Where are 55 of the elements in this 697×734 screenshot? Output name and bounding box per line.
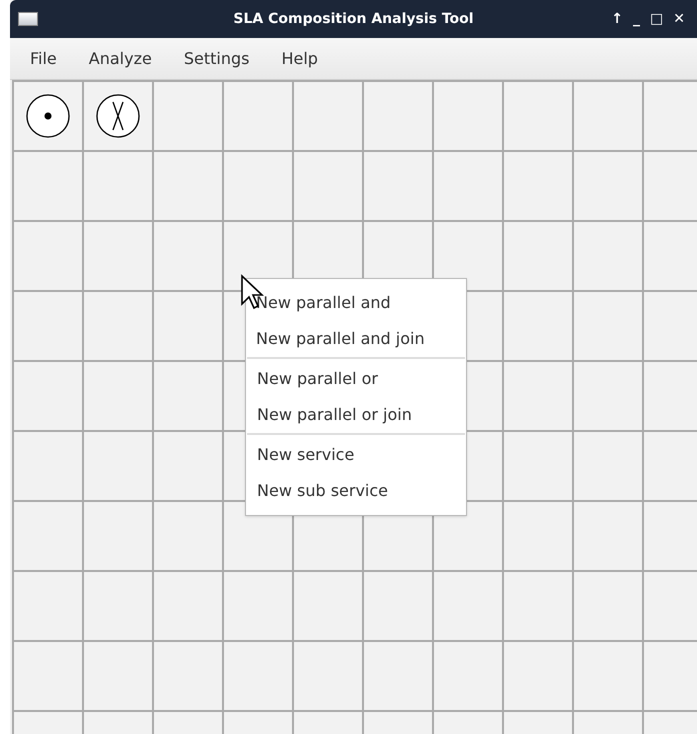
grid-cell <box>504 152 574 222</box>
grid-cell <box>504 362 574 432</box>
context-menu-item[interactable]: New parallel and join <box>246 321 466 357</box>
grid-cell <box>294 642 364 712</box>
grid-cell <box>504 502 574 572</box>
window-control-button[interactable]: □ <box>650 12 664 26</box>
grid-cell <box>574 432 644 502</box>
grid-cell <box>154 222 224 292</box>
grid-cell <box>84 222 154 292</box>
context-menu-item[interactable]: New sub service <box>247 473 465 509</box>
context-menu-item[interactable]: New parallel or <box>247 361 465 397</box>
grid-cell <box>434 152 504 222</box>
grid-cell <box>434 642 504 712</box>
grid-cell <box>224 572 294 642</box>
grid-cell <box>84 362 154 432</box>
grid-cell <box>504 432 574 502</box>
grid-cell <box>504 292 574 362</box>
grid-cell <box>84 642 154 712</box>
grid-cell <box>154 572 224 642</box>
grid-cell <box>574 502 644 572</box>
window-title: SLA Composition Analysis Tool <box>233 10 474 28</box>
grid-cell <box>84 572 154 642</box>
menu-item[interactable]: Settings <box>172 42 262 74</box>
grid-cell <box>364 642 434 712</box>
grid-cell <box>434 572 504 642</box>
grid-cell <box>224 642 294 712</box>
grid-cell <box>574 362 644 432</box>
menu-item[interactable]: Analyze <box>76 42 164 74</box>
grid-cell <box>574 572 644 642</box>
grid-cell <box>84 502 154 572</box>
menu-item[interactable]: Help <box>269 42 330 74</box>
grid-cell <box>574 292 644 362</box>
context-menu-item[interactable]: New parallel or join <box>247 397 465 433</box>
context-menu-item[interactable]: New service <box>247 437 465 473</box>
grid-cell <box>504 572 574 642</box>
grid-cell <box>84 432 154 502</box>
grid-cell <box>574 152 644 222</box>
grid-cell <box>574 642 644 712</box>
grid-cell <box>154 642 224 712</box>
grid-cell <box>364 572 434 642</box>
grid-cell <box>84 292 154 362</box>
window-control-button[interactable]: _ <box>633 12 640 26</box>
start-node-icon[interactable] <box>26 94 70 138</box>
menu-item[interactable]: File <box>18 42 69 74</box>
grid-cell <box>154 502 224 572</box>
grid-cell <box>504 222 574 292</box>
window-control-button[interactable]: ↑ <box>611 12 624 26</box>
grid-cell <box>154 152 224 222</box>
grid-cell <box>224 152 294 222</box>
window-icon <box>18 12 38 26</box>
grid-cell <box>294 572 364 642</box>
x-node-icon[interactable] <box>96 94 140 138</box>
grid-cell <box>574 222 644 292</box>
grid-cell <box>504 642 574 712</box>
window-control-button[interactable]: ✕ <box>673 12 685 26</box>
